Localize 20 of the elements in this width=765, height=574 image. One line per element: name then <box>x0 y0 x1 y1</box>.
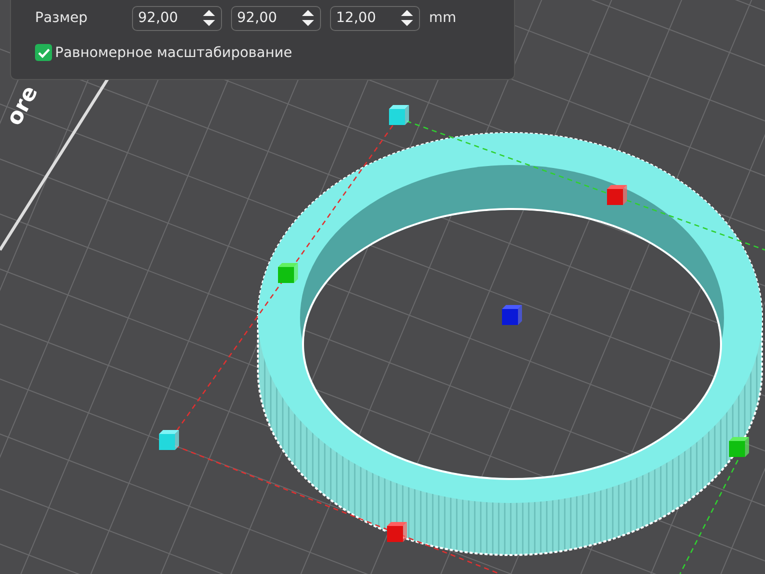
scale-handle-icon[interactable] <box>729 437 749 457</box>
scale-handle-icon[interactable] <box>607 185 627 205</box>
size-field[interactable]: 12,00 <box>330 6 420 30</box>
spinner-icon[interactable] <box>400 8 414 28</box>
scale-handle-icon[interactable] <box>502 305 522 325</box>
uniform-scaling-label: Равномерное масштабирование <box>55 44 292 60</box>
checkmark-icon <box>38 48 50 58</box>
spinner-icon[interactable] <box>202 8 216 28</box>
scale-handle-icon[interactable] <box>389 105 409 125</box>
size-field[interactable]: 92,00 <box>231 6 321 30</box>
bed-label: ore <box>2 82 44 130</box>
size-label: Размер <box>35 10 89 26</box>
spinner-icon[interactable] <box>301 8 315 28</box>
size-field[interactable]: 92,00 <box>132 6 222 30</box>
ring-model[interactable] <box>257 132 763 556</box>
scale-handle-icon[interactable] <box>387 522 407 542</box>
scale-handle-icon[interactable] <box>159 430 179 450</box>
uniform-scaling-checkbox[interactable] <box>35 44 52 61</box>
unit-label: mm <box>429 10 456 26</box>
scale-handle-icon[interactable] <box>278 263 298 283</box>
